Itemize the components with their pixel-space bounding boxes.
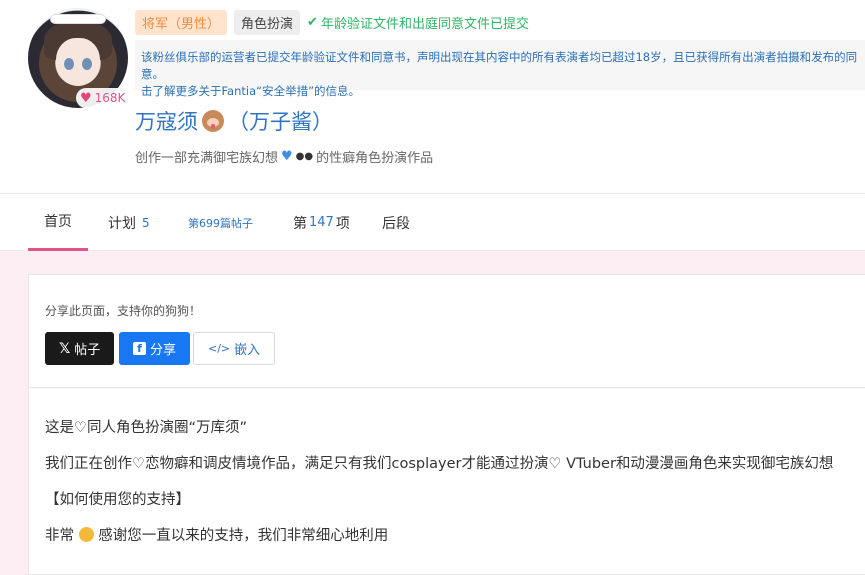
tagline-part-b: 的性癖角色扮演作品 <box>316 151 434 166</box>
creator-name: 万寇须 （万子酱） <box>135 106 333 136</box>
tab-items[interactable]: 第 147 项 <box>293 194 350 251</box>
notice-line-1: 该粉丝俱乐部的运营者已提交年龄验证文件和同意书，声明出现在其内容中的所有表演者均… <box>141 50 858 81</box>
tab-plans[interactable]: 计划 5 <box>108 194 150 251</box>
smile-emoji-icon <box>78 527 94 542</box>
share-hint: 分享此页面，支持你的狗狗！ <box>45 304 202 318</box>
divider <box>29 387 865 388</box>
description-p4-part-b: 感谢您一直以来的支持，我们非常细心地利用 <box>98 528 389 544</box>
x-logo-icon: 𝕏 <box>59 340 71 357</box>
tab-items-suffix: 项 <box>335 215 350 232</box>
facebook-logo-icon: f <box>133 342 146 355</box>
creator-name-suffix: （万子酱） <box>228 110 333 134</box>
tab-home[interactable]: 首页 <box>28 194 88 251</box>
tab-posts-label: 第699篇帖子 <box>188 216 253 230</box>
tag-gender[interactable]: 将军（男性） <box>135 10 228 35</box>
description-paragraph-3: 【如何使用您的支持】 <box>45 492 190 508</box>
share-x-label: 帖子 <box>74 343 101 358</box>
likes-count: 168K <box>94 91 126 105</box>
verified-status: ✔ 年龄验证文件和出庭同意文件已提交 <box>307 13 529 32</box>
notice-line-2[interactable]: 击了解更多关于Fantia“安全举措”的信息。 <box>141 83 859 100</box>
tab-plans-label: 计划 <box>108 215 136 232</box>
blue-heart-icon: ♥ <box>281 149 293 164</box>
avatar-container[interactable]: ♥ 168K <box>28 8 132 108</box>
description-paragraph-2: 我们正在创作♡恋物癖和调皮情境作品，满足只有我们cosplayer才能通过扮演♡… <box>45 456 834 472</box>
likes-badge: ♥ 168K <box>76 88 132 108</box>
description-p4-part-a: 非常 <box>45 528 74 544</box>
share-facebook-button[interactable]: f 分享 <box>119 332 191 365</box>
embed-label: 嵌入 <box>234 343 261 358</box>
creator-tagline: 创作一部充满御宅族幻想 ♥ ●● 的性癖角色扮演作品 <box>135 147 433 166</box>
tagline-part-a: 创作一部充满御宅族幻想 <box>135 151 279 166</box>
tab-backstage-label: 后段 <box>382 215 410 232</box>
tab-posts[interactable]: 第699篇帖子 <box>188 194 253 251</box>
tag-genre[interactable]: 角色扮演 <box>234 10 301 35</box>
code-icon: </> <box>208 342 231 355</box>
verified-text: 年龄验证文件和出庭同意文件已提交 <box>320 17 529 32</box>
description-paragraph-4: 非常 感谢您一直以来的支持，我们非常细心地利用 <box>45 523 845 550</box>
content-card: 分享此页面，支持你的狗狗！ 𝕏 帖子 f 分享 </> 嵌入 这是♡同人角色扮演… <box>28 274 865 575</box>
share-facebook-label: 分享 <box>150 343 177 358</box>
dog-face-icon <box>202 110 224 132</box>
check-icon: ✔ <box>307 15 318 30</box>
creator-tags: 将军（男性） 角色扮演 ✔ 年龄验证文件和出庭同意文件已提交 <box>135 10 529 35</box>
creator-header: ♥ 168K 将军（男性） 角色扮演 ✔ 年龄验证文件和出庭同意文件已提交 该粉… <box>0 0 865 193</box>
creator-description: 这是♡同人角色扮演圈“万库须” 我们正在创作♡恋物癖和调皮情境作品，满足只有我们… <box>45 415 845 559</box>
heart-icon: ♥ <box>80 90 92 106</box>
tab-backstage[interactable]: 后段 <box>382 194 410 251</box>
safety-notice[interactable]: 该粉丝俱乐部的运营者已提交年龄验证文件和同意书，声明出现在其内容中的所有表演者均… <box>135 40 865 98</box>
creator-name-text: 万寇须 <box>135 110 198 134</box>
description-paragraph-1: 这是♡同人角色扮演圈“万库须” <box>45 420 248 436</box>
share-x-button[interactable]: 𝕏 帖子 <box>45 332 115 365</box>
tab-bar: 首页 计划 5 第699篇帖子 第 147 项 后段 <box>0 193 865 251</box>
tab-home-label: 首页 <box>44 214 72 230</box>
tab-items-prefix: 第 <box>293 215 307 232</box>
paw-icon: ●● <box>295 151 314 162</box>
embed-button[interactable]: </> 嵌入 <box>193 332 276 365</box>
tab-items-count: 147 <box>309 215 334 230</box>
tab-plans-count: 5 <box>142 215 150 230</box>
